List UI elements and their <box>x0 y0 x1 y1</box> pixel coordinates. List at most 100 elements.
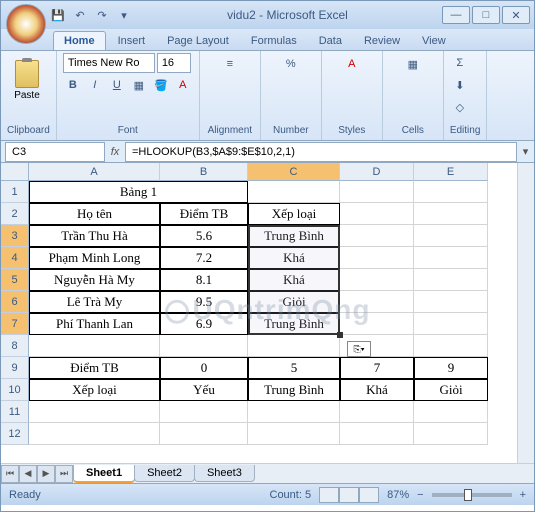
cell[interactable]: Giỏi <box>248 291 340 313</box>
cell[interactable] <box>340 247 414 269</box>
cell[interactable]: Trung Bình <box>248 379 340 401</box>
cell[interactable]: Nguyễn Hà My <box>29 269 160 291</box>
close-button[interactable]: ✕ <box>502 6 530 24</box>
cell[interactable]: Phạm Minh Long <box>29 247 160 269</box>
cell[interactable]: Yếu <box>160 379 248 401</box>
sheet-tab-2[interactable]: Sheet2 <box>134 465 195 482</box>
cells-icon[interactable]: ▦ <box>402 53 424 75</box>
minimize-button[interactable]: — <box>442 6 470 24</box>
cell[interactable] <box>414 313 488 335</box>
row-header[interactable]: 5 <box>1 269 29 291</box>
zoom-in-button[interactable]: + <box>520 489 526 501</box>
underline-button[interactable]: U <box>107 75 127 95</box>
col-header-c[interactable]: C <box>248 163 340 181</box>
cell[interactable]: Họ tên <box>29 203 160 225</box>
cell[interactable] <box>29 401 160 423</box>
cell[interactable]: 9.5 <box>160 291 248 313</box>
cell[interactable]: Trần Thu Hà <box>29 225 160 247</box>
zoom-slider[interactable] <box>432 493 512 497</box>
cell[interactable]: 7 <box>340 357 414 379</box>
cell[interactable]: 6.9 <box>160 313 248 335</box>
cell[interactable]: 0 <box>160 357 248 379</box>
row-header[interactable]: 12 <box>1 423 29 445</box>
tab-view[interactable]: View <box>412 32 456 50</box>
font-name-combo[interactable]: Times New Ro <box>63 53 155 73</box>
cell[interactable]: Khá <box>248 247 340 269</box>
col-header-b[interactable]: B <box>160 163 248 181</box>
cell[interactable]: Bảng 1 <box>29 181 248 203</box>
row-header[interactable]: 11 <box>1 401 29 423</box>
redo-icon[interactable]: ↷ <box>93 6 111 24</box>
italic-button[interactable]: I <box>85 75 105 95</box>
view-layout-button[interactable] <box>339 487 359 503</box>
sheet-nav-first-icon[interactable]: ⏮ <box>1 465 19 483</box>
vertical-scrollbar[interactable] <box>517 163 534 463</box>
cell[interactable] <box>414 225 488 247</box>
view-normal-button[interactable] <box>319 487 339 503</box>
styles-icon[interactable]: A <box>341 53 363 75</box>
office-button[interactable] <box>6 4 46 44</box>
row-header[interactable]: 8 <box>1 335 29 357</box>
cell[interactable] <box>414 423 488 445</box>
cell[interactable] <box>340 181 414 203</box>
cell[interactable]: 5.6 <box>160 225 248 247</box>
tab-review[interactable]: Review <box>354 32 410 50</box>
qat-dropdown-icon[interactable]: ▾ <box>115 6 133 24</box>
cell[interactable]: Điểm TB <box>160 203 248 225</box>
cell[interactable]: Phí Thanh Lan <box>29 313 160 335</box>
row-header[interactable]: 2 <box>1 203 29 225</box>
tab-insert[interactable]: Insert <box>108 32 156 50</box>
cell[interactable]: Xếp loại <box>248 203 340 225</box>
percent-icon[interactable]: % <box>280 53 302 75</box>
fill-handle[interactable] <box>337 332 343 338</box>
cell[interactable]: 7.2 <box>160 247 248 269</box>
cell[interactable]: 8.1 <box>160 269 248 291</box>
fill-color-button[interactable]: 🪣 <box>151 75 171 95</box>
sheet-tab-1[interactable]: Sheet1 <box>73 465 135 483</box>
bold-button[interactable]: B <box>63 75 83 95</box>
zoom-thumb[interactable] <box>464 489 472 501</box>
autosum-button[interactable]: Σ <box>450 53 470 73</box>
cell[interactable] <box>248 181 340 203</box>
cell[interactable] <box>340 225 414 247</box>
cell[interactable] <box>340 291 414 313</box>
maximize-button[interactable]: □ <box>472 6 500 24</box>
cell[interactable]: Giỏi <box>414 379 488 401</box>
cell[interactable] <box>340 423 414 445</box>
cell[interactable]: Khá <box>248 269 340 291</box>
zoom-level[interactable]: 87% <box>387 489 409 501</box>
formula-bar[interactable]: =HLOOKUP(B3,$A$9:$E$10,2,1) <box>125 142 517 162</box>
alignment-icon[interactable]: ≡ <box>219 53 241 75</box>
row-header[interactable]: 1 <box>1 181 29 203</box>
cell[interactable] <box>340 203 414 225</box>
border-button[interactable]: ▦ <box>129 75 149 95</box>
sheet-nav-last-icon[interactable]: ⏭ <box>55 465 73 483</box>
cell[interactable] <box>29 423 160 445</box>
cell[interactable] <box>29 335 160 357</box>
fill-button[interactable]: ⬇ <box>450 75 470 95</box>
cell[interactable] <box>414 335 488 357</box>
row-header[interactable]: 7 <box>1 313 29 335</box>
formula-expand-icon[interactable]: ▾ <box>517 145 534 158</box>
cell[interactable]: 9 <box>414 357 488 379</box>
cell[interactable] <box>414 247 488 269</box>
cell[interactable] <box>160 335 248 357</box>
cell[interactable] <box>414 291 488 313</box>
save-icon[interactable]: 💾 <box>49 6 67 24</box>
row-header[interactable]: 6 <box>1 291 29 313</box>
row-header[interactable]: 10 <box>1 379 29 401</box>
cell[interactable]: Trung Bình <box>248 313 340 335</box>
worksheet-grid[interactable]: UQntrimQng A B C D E 1 Bảng 1 2 Họ tên Đ… <box>1 163 534 463</box>
sheet-nav-next-icon[interactable]: ▶ <box>37 465 55 483</box>
cell[interactable] <box>414 269 488 291</box>
fx-icon[interactable]: fx <box>105 146 125 158</box>
cell[interactable]: Khá <box>340 379 414 401</box>
font-size-combo[interactable]: 16 <box>157 53 191 73</box>
cell[interactable]: Điểm TB <box>29 357 160 379</box>
col-header-d[interactable]: D <box>340 163 414 181</box>
row-header[interactable]: 4 <box>1 247 29 269</box>
cell[interactable] <box>414 203 488 225</box>
row-header[interactable]: 3 <box>1 225 29 247</box>
cell[interactable] <box>340 269 414 291</box>
cell[interactable] <box>340 313 414 335</box>
